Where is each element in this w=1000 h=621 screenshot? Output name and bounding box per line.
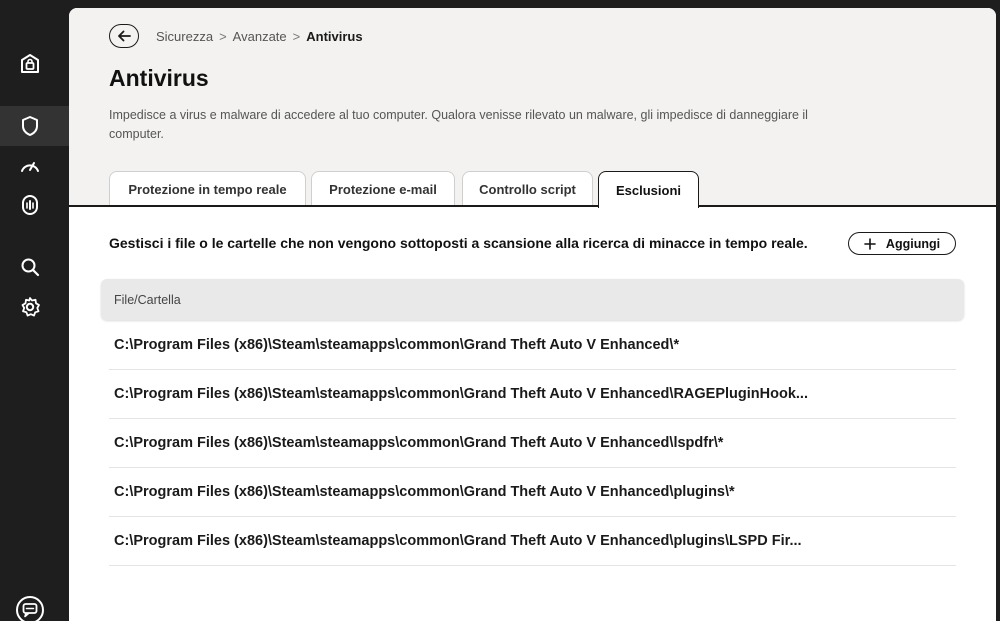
add-button[interactable]: Aggiungi (848, 232, 956, 255)
table-row[interactable]: C:\Program Files (x86)\Steam\steamapps\c… (109, 419, 956, 468)
column-header-file-cartella[interactable]: File/Cartella (114, 293, 181, 307)
home-shield-icon[interactable] (18, 52, 42, 76)
tab-protezione-tempo-reale[interactable]: Protezione in tempo reale (109, 171, 306, 207)
back-button[interactable] (109, 24, 139, 48)
breadcrumb-item-avanzate[interactable]: Avanzate (233, 29, 287, 44)
table-row[interactable]: C:\Program Files (x86)\Steam\steamapps\c… (109, 321, 956, 370)
gear-icon[interactable] (18, 295, 42, 319)
page-description: Impedisce a virus e malware di accedere … (109, 108, 808, 141)
table-header: File/Cartella (101, 279, 964, 320)
table-row[interactable]: C:\Program Files (x86)\Steam\steamapps\c… (109, 468, 956, 517)
page-title: Antivirus (109, 65, 209, 91)
breadcrumb-item-current: Antivirus (306, 29, 363, 44)
add-button-label: Aggiungi (885, 236, 941, 251)
exclusions-intro: Gestisci i file o le cartelle che non ve… (109, 235, 808, 251)
main-panel: Sicurezza > Avanzate > Antivirus Antivir… (69, 8, 996, 621)
speedometer-icon[interactable] (18, 153, 42, 177)
chat-support-icon[interactable] (15, 595, 45, 621)
tab-esclusioni[interactable]: Esclusioni (598, 171, 699, 208)
tab-underline (69, 205, 996, 207)
plus-icon (864, 237, 876, 250)
breadcrumb-separator: > (219, 29, 227, 44)
table-row[interactable]: C:\Program Files (x86)\Steam\steamapps\c… (109, 517, 956, 566)
shield-icon[interactable] (18, 114, 42, 138)
breadcrumb-separator: > (292, 29, 301, 44)
fingerprint-icon[interactable] (18, 193, 42, 217)
tab-controllo-script[interactable]: Controllo script (462, 171, 593, 207)
sidebar (0, 0, 69, 621)
page-header: Sicurezza > Avanzate > Antivirus Antivir… (69, 8, 996, 207)
arrow-left-icon (118, 30, 131, 42)
tab-protezione-email[interactable]: Protezione e-mail (311, 171, 455, 207)
table-row[interactable]: C:\Program Files (x86)\Steam\steamapps\c… (109, 370, 956, 419)
search-icon[interactable] (18, 255, 42, 279)
breadcrumb: Sicurezza > Avanzate > Antivirus (156, 29, 363, 44)
breadcrumb-item-sicurezza[interactable]: Sicurezza (156, 29, 213, 44)
